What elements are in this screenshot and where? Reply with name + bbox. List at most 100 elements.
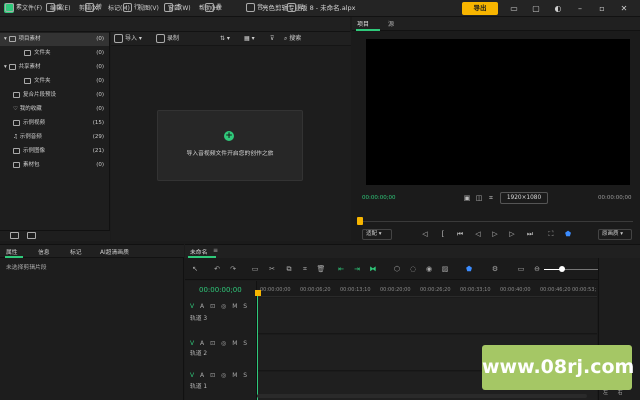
cut-icon[interactable]: ✂ — [267, 264, 277, 274]
playhead[interactable] — [257, 292, 258, 400]
sort-button[interactable]: ⇅ ▾ — [220, 33, 230, 44]
toolbar-text[interactable]: 文 — [46, 2, 63, 13]
speed-icon[interactable]: ⬡ — [392, 264, 402, 274]
current-timecode: 00:00:00;00 — [362, 195, 396, 201]
record-voice-icon[interactable]: ◉ — [424, 264, 434, 274]
step-forward-icon[interactable]: ▷ — [507, 229, 517, 239]
camera-icon[interactable]: ◫ — [474, 193, 484, 203]
search-input[interactable]: ⌕ 搜索 — [284, 33, 301, 44]
track-row-3[interactable] — [257, 298, 597, 334]
track-2-controls[interactable]: V A ⊡ ◎ M S — [190, 340, 249, 347]
eye-icon[interactable]: ◎ — [221, 340, 228, 347]
toolbar-transition[interactable]: 转 — [85, 2, 102, 13]
import-dropzone[interactable] — [157, 110, 303, 181]
tree-item-sample-images[interactable]: 示例图像 (21) — [0, 145, 109, 158]
track-1-controls[interactable]: V A ⊡ ◎ M S — [190, 372, 249, 379]
resolution-selector[interactable]: 1920×1080 — [500, 192, 548, 204]
preview-scrubber[interactable] — [357, 221, 633, 222]
import-button[interactable]: 导入 ▾ — [114, 33, 142, 44]
ripple-icon[interactable]: ⧓ — [368, 264, 378, 274]
zoom-out-icon[interactable]: ⊖ — [532, 264, 542, 274]
quality-dropdown[interactable]: 原画质 ▾ — [598, 229, 632, 240]
menu-file[interactable]: 文件(F) — [22, 3, 42, 14]
tab-timeline[interactable]: 未命名 — [190, 247, 207, 256]
snap-start-icon[interactable]: ⇤ — [336, 264, 346, 274]
tab-project[interactable]: 项目 — [357, 19, 369, 28]
menu-icon[interactable]: ≡ — [213, 247, 218, 254]
new-folder-icon[interactable] — [10, 232, 19, 239]
track-3-controls[interactable]: V A ⊡ ◎ M S — [190, 303, 249, 310]
folder-open-icon[interactable] — [27, 232, 36, 239]
layout-icon[interactable]: ▭ — [506, 2, 522, 15]
fullscreen-icon[interactable]: ⛶ — [546, 229, 556, 239]
toolbar-action[interactable]: 行 — [123, 2, 140, 13]
voice-icon[interactable]: ◌ — [408, 264, 418, 274]
crop-clip-icon[interactable]: ⌗ — [300, 264, 310, 274]
tree-item-project-media[interactable]: ▾ 项目素材 (0) — [0, 33, 109, 46]
fit-timeline-icon[interactable]: ▭ — [516, 264, 526, 274]
tree-item-sample-audio[interactable]: ♫ 示例音频 (29) — [0, 131, 109, 144]
step-back-icon[interactable]: ◁ — [473, 229, 483, 239]
playhead-handle[interactable] — [255, 290, 261, 296]
undo-icon[interactable]: ↶ — [212, 264, 222, 274]
settings-icon[interactable]: ⚙ — [490, 264, 500, 274]
window-title: 亮色剪辑专业版 8 - 未命名.alpx — [262, 4, 356, 12]
minimize-icon[interactable]: – — [572, 2, 588, 15]
toolbar-media[interactable]: 素 — [5, 2, 22, 13]
eye-icon[interactable]: ◎ — [221, 303, 228, 310]
no-selection-message: 未选择剪辑片段 — [6, 265, 47, 271]
fit-dropdown[interactable]: 适配 ▾ — [362, 229, 392, 240]
maximize-icon[interactable]: ▫ — [594, 2, 610, 15]
marker-add-icon[interactable]: ⬟ — [464, 264, 474, 274]
tree-item-favorites[interactable]: ♡ 我的收藏 (0) — [0, 103, 109, 116]
tab-info[interactable]: 信息 — [38, 247, 50, 256]
tree-item-shared-folder[interactable]: 文件夹 (0) — [0, 75, 109, 88]
tree-item-compound-presets[interactable]: 复合片段预设 (0) — [0, 89, 109, 102]
tab-markers[interactable]: 标记 — [70, 247, 82, 256]
select-tool-icon[interactable]: ↖ — [190, 264, 200, 274]
zoom-slider-handle[interactable] — [559, 266, 565, 272]
copy-icon[interactable]: ⧉ — [284, 264, 294, 274]
lock-icon[interactable]: ⊡ — [210, 303, 217, 310]
toolbar-filter[interactable]: 滤 — [164, 2, 181, 13]
tab-source[interactable]: 源 — [388, 19, 394, 28]
view-mode-button[interactable]: ▦ ▾ — [244, 33, 255, 44]
lock-icon[interactable]: ⊡ — [210, 340, 217, 347]
timeline-scrollbar[interactable] — [257, 394, 587, 398]
snap-end-icon[interactable]: ⇥ — [352, 264, 362, 274]
play-icon[interactable]: ▷ — [490, 229, 500, 239]
export-button[interactable]: 导出 — [462, 2, 498, 15]
theme-icon[interactable]: ◐ — [550, 2, 566, 15]
toolbar-overlay[interactable]: 叠 — [205, 2, 222, 13]
volume-icon[interactable]: ◁ — [420, 229, 430, 239]
mark-in-icon[interactable]: [ — [438, 229, 448, 239]
tab-properties[interactable]: 属性 — [6, 247, 18, 256]
lock-icon[interactable]: ⊡ — [210, 372, 217, 379]
split-icon[interactable]: ▭ — [250, 264, 260, 274]
heart-icon: ♡ — [13, 106, 20, 112]
tree-item-folder[interactable]: 文件夹 (0) — [0, 47, 109, 60]
compound-icon — [13, 91, 20, 98]
redo-icon[interactable]: ↷ — [228, 264, 238, 274]
image-edit-icon[interactable]: ▨ — [440, 264, 450, 274]
eye-icon[interactable]: ◎ — [221, 372, 228, 379]
toolbar-sticker[interactable]: 贴 — [287, 2, 304, 13]
scrubber-handle[interactable] — [357, 217, 363, 225]
panel-icon[interactable]: ▢ — [528, 2, 544, 15]
filter-media-button[interactable]: ⊽ — [270, 33, 274, 44]
tree-item-shared-media[interactable]: ▾ 共享素材 (0) — [0, 61, 109, 74]
prev-frame-icon[interactable]: ⏮ — [455, 229, 465, 239]
marker-icon[interactable]: ⬟ — [563, 229, 573, 239]
tree-item-sample-videos[interactable]: 示例视频 (15) — [0, 117, 109, 130]
close-icon[interactable]: ✕ — [616, 2, 632, 15]
menu-view[interactable]: 视图(V) — [138, 3, 159, 14]
record-button[interactable]: 录制 — [156, 33, 179, 44]
tab-ai-upscale[interactable]: AI超清画质 — [100, 247, 129, 256]
next-frame-icon[interactable]: ⏭ — [525, 229, 535, 239]
crop-icon[interactable]: ⌗ — [486, 193, 496, 203]
snapshot-icon[interactable]: ▣ — [462, 193, 472, 203]
toolbar-audio[interactable]: 音 — [246, 2, 263, 13]
tree-item-asset-packs[interactable]: 素材包 (0) — [0, 159, 109, 172]
add-icon[interactable]: + — [224, 131, 234, 141]
delete-icon[interactable]: 🗑 — [316, 264, 326, 274]
